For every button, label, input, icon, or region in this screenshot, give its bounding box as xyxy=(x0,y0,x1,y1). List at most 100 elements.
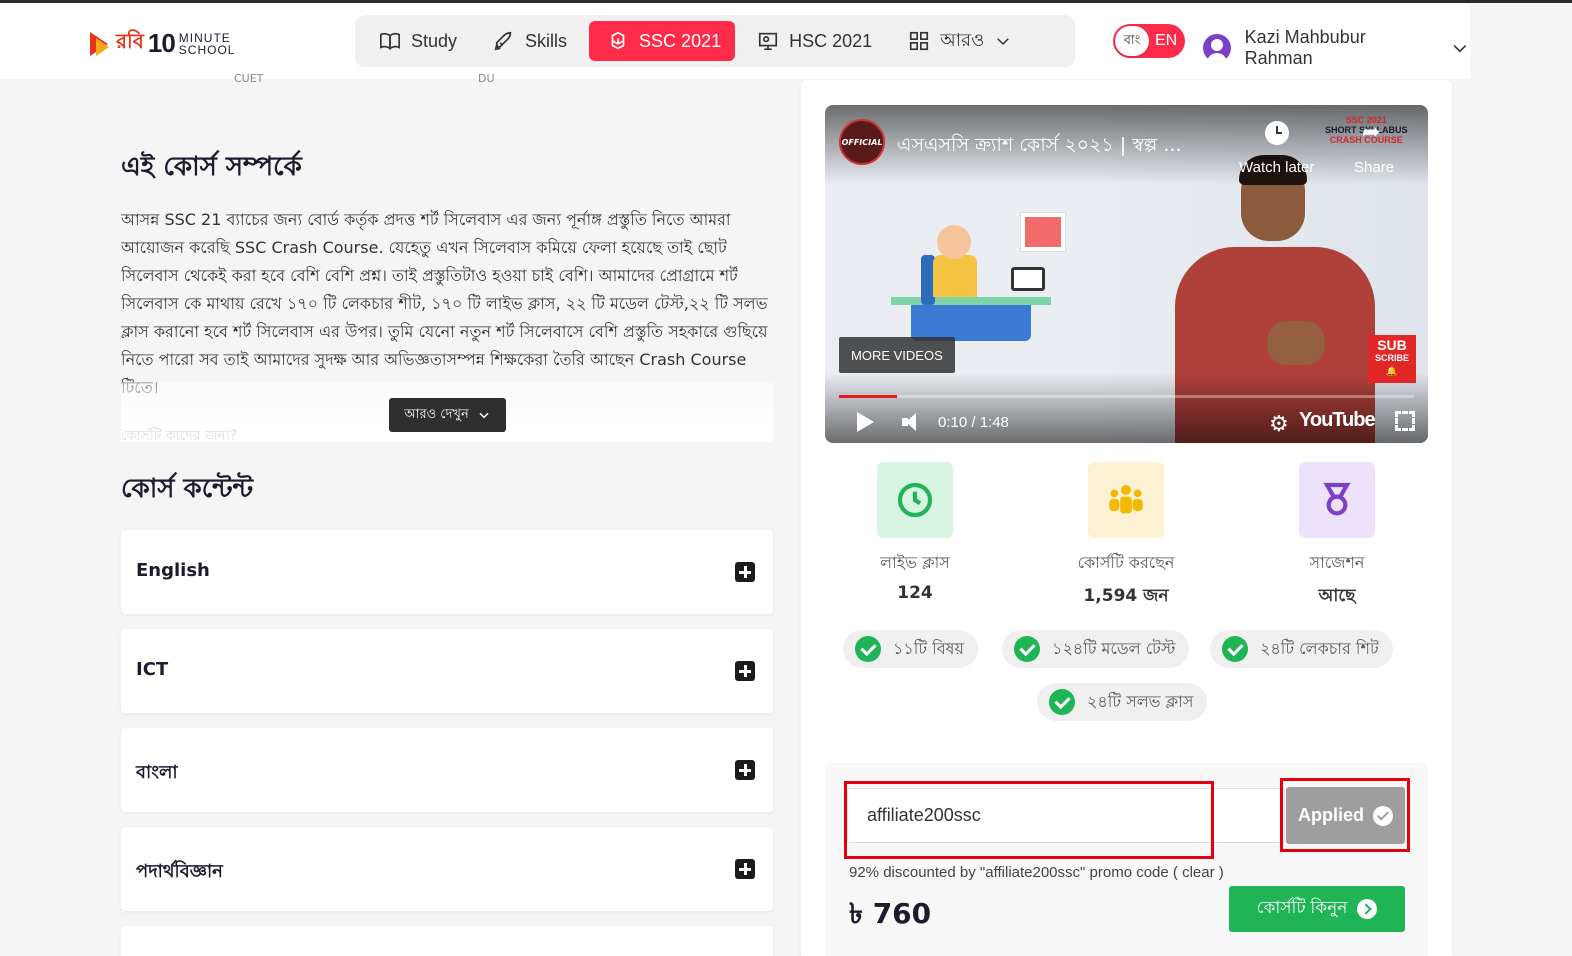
check-icon xyxy=(1049,689,1075,715)
logo[interactable]: রবি 10 MINUTE SCHOOL xyxy=(90,27,235,60)
subject-label: বাংলা xyxy=(136,762,178,783)
buy-course-button[interactable]: কোর্সটি কিনুন xyxy=(1229,886,1405,932)
people-icon xyxy=(1088,462,1164,538)
cut-label-left: CUET xyxy=(234,72,264,85)
illustration-desk-top xyxy=(891,297,1051,305)
more-videos-button[interactable]: MORE VIDEOS xyxy=(839,337,955,373)
nav-more-label: আরও xyxy=(940,29,985,50)
play-icon[interactable] xyxy=(857,412,874,432)
board-icon xyxy=(759,32,778,51)
check-circle-icon xyxy=(1373,805,1393,826)
stat-value: 124 xyxy=(897,583,933,603)
nav-hsc-2021[interactable]: HSC 2021 xyxy=(743,21,886,61)
subject-accordion-bangla[interactable]: বাংলা xyxy=(121,728,773,812)
check-icon xyxy=(1014,636,1040,662)
about-text: আসন্ন SSC 21 ব্যাচের জন্য বোর্ড কর্তৃক প… xyxy=(121,210,768,397)
hidden-line: কোর্সটি কাদের জন্য? xyxy=(121,428,238,444)
promo-note: 92% discounted by "affiliate200ssc" prom… xyxy=(849,864,1224,881)
clock-icon xyxy=(1264,121,1289,145)
share-button[interactable]: Share xyxy=(1354,119,1395,176)
rocket-icon xyxy=(494,31,512,51)
video-player[interactable]: OFFICIAL এসএসসি ক্র্যাশ কোর্স ২০২১ | স্ব… xyxy=(825,105,1428,443)
subject-label: ICT xyxy=(136,659,169,680)
about-title: এই কোর্স সম্পর্কে xyxy=(121,152,302,182)
illustration-laptop xyxy=(1011,267,1045,291)
stat-live-class: লাইভ ক্লাস 124 xyxy=(825,462,1005,603)
subscribe-top: SUB xyxy=(1377,337,1407,353)
cut-label-right: DU xyxy=(478,72,495,85)
see-more-button[interactable]: আরও দেখুন xyxy=(389,398,506,432)
see-more-label: আরও দেখুন xyxy=(404,406,469,422)
expand-plus-icon[interactable] xyxy=(735,859,755,879)
subject-accordion-english[interactable]: English xyxy=(121,530,773,614)
nav-hsc-label: HSC 2021 xyxy=(789,30,873,51)
header: রবি 10 MINUTE SCHOOL Study Skills SSC 20… xyxy=(0,3,1470,79)
video-progress-bar[interactable] xyxy=(839,395,1414,398)
expand-plus-icon[interactable] xyxy=(735,661,755,681)
logo-school: SCHOOL xyxy=(178,42,236,57)
fullscreen-icon[interactable] xyxy=(1395,411,1415,431)
expand-plus-icon[interactable] xyxy=(735,562,755,582)
gear-icon[interactable]: ⚙ xyxy=(1269,411,1289,437)
illustration-person-head xyxy=(937,225,971,259)
feature-chip: ২৪টি সলভ ক্লাস xyxy=(1037,683,1208,721)
illustration-person-body xyxy=(933,255,977,297)
logo-minute: MINUTE xyxy=(178,30,231,45)
applied-label: Applied xyxy=(1298,805,1364,825)
nav-skills[interactable]: Skills xyxy=(479,21,581,61)
channel-avatar[interactable]: OFFICIAL xyxy=(839,119,885,165)
feature-chip: ১১টি বিষয় xyxy=(843,630,978,668)
video-progress-fill xyxy=(839,395,897,398)
logo-ten: 10 xyxy=(147,28,176,58)
expand-plus-icon[interactable] xyxy=(735,760,755,780)
chevron-down-icon xyxy=(1453,44,1467,53)
subscribe-badge[interactable]: SUB SCRIBE 🔔 xyxy=(1368,335,1416,383)
youtube-logo[interactable]: YouTube xyxy=(1299,409,1376,432)
lang-bn-option[interactable]: বাং xyxy=(1115,26,1149,56)
stat-label: সাজেশন xyxy=(1309,553,1365,572)
volume-icon[interactable] xyxy=(902,412,922,432)
user-menu[interactable]: Kazi Mahbubur Rahman xyxy=(1203,27,1470,69)
feature-label: ১২৪টি মডেল টেস্ট xyxy=(1052,638,1176,658)
logo-wordmark: MINUTE SCHOOL xyxy=(179,32,236,56)
watch-later-button[interactable]: Watch later xyxy=(1239,121,1314,176)
applied-button[interactable]: Applied xyxy=(1286,787,1405,844)
language-toggle[interactable]: বাং EN xyxy=(1113,24,1185,58)
video-title[interactable]: এসএসসি ক্র্যাশ কোর্স ২০২১ | স্বল্প ... xyxy=(897,131,1181,163)
promo-code-input[interactable] xyxy=(847,788,1285,843)
logo-robi: রবি xyxy=(116,29,144,53)
share-label: Share xyxy=(1354,159,1395,176)
stat-label: কোর্সটি করছেন xyxy=(1077,553,1175,572)
subject-label: English xyxy=(136,560,210,581)
stat-enrolled: কোর্সটি করছেন 1,594 জন xyxy=(1036,462,1216,611)
feature-label: ২৪টি লেকচার শিট xyxy=(1260,638,1379,658)
nav-skills-label: Skills xyxy=(525,30,568,51)
atom-icon xyxy=(611,31,625,50)
subject-accordion-physics[interactable]: পদার্থবিজ্ঞান xyxy=(121,827,773,911)
stat-label: লাইভ ক্লাস xyxy=(880,553,950,572)
course-stats: লাইভ ক্লাস 124 কোর্সটি করছেন 1,594 জন সা… xyxy=(825,462,1428,606)
check-icon xyxy=(1222,636,1248,662)
clear-promo-link[interactable]: ( clear ) xyxy=(1173,864,1224,881)
nav-ssc-2021[interactable]: SSC 2021 xyxy=(589,21,736,61)
chevron-down-icon xyxy=(479,412,489,419)
feature-label: ২৪টি সলভ ক্লাস xyxy=(1087,691,1194,711)
stat-value: 1,594 জন xyxy=(1083,586,1169,606)
lang-en-option[interactable]: EN xyxy=(1155,32,1177,50)
user-name: Kazi Mahbubur Rahman xyxy=(1244,27,1366,68)
subject-accordion-next[interactable] xyxy=(121,926,773,956)
nav-more[interactable]: আরও xyxy=(894,21,1026,61)
feature-chip: ১২৪টি মডেল টেস্ট xyxy=(1002,630,1190,668)
book-icon xyxy=(380,32,400,50)
illustration-window xyxy=(1021,213,1065,251)
course-content-title: কোর্স কন্টেন্ট xyxy=(121,474,254,504)
watch-later-label: Watch later xyxy=(1239,159,1315,176)
illustration-desk xyxy=(911,305,1031,341)
clock-icon xyxy=(877,462,953,538)
nav-ssc-label: SSC 2021 xyxy=(639,30,722,51)
feature-label: ১১টি বিষয় xyxy=(893,638,964,658)
logo-mark-icon xyxy=(90,30,112,58)
subject-accordion-ict[interactable]: ICT xyxy=(121,629,773,713)
course-price: ৳ 760 xyxy=(849,897,932,930)
nav-study[interactable]: Study xyxy=(365,21,471,61)
